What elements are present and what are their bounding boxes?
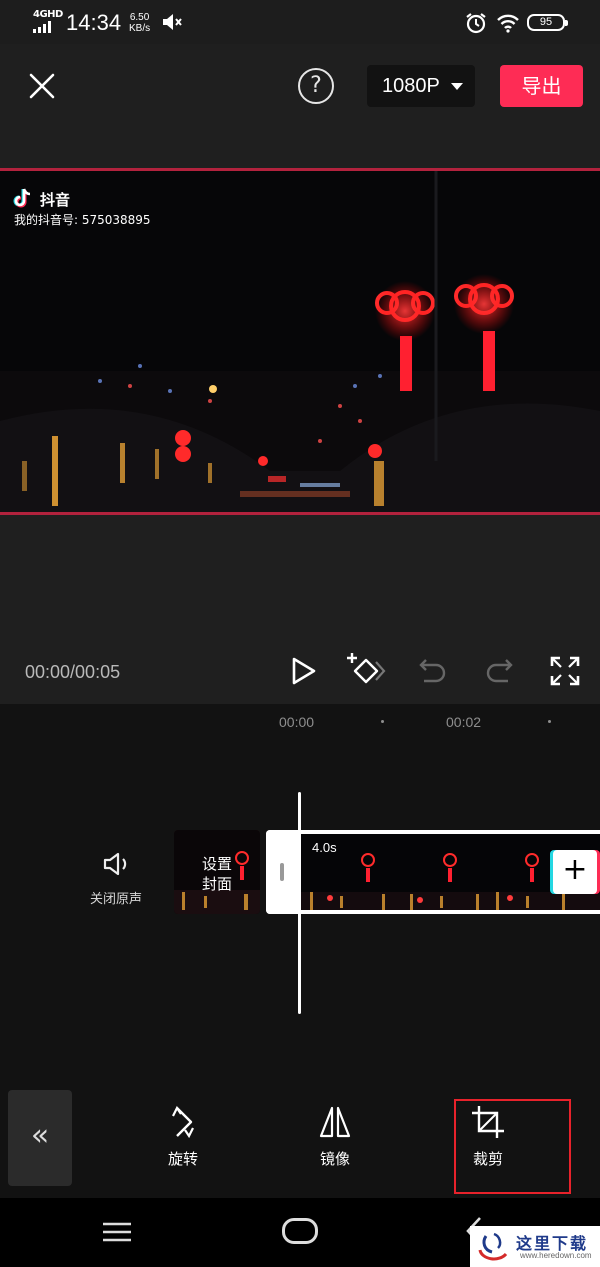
clip-duration: 4.0s xyxy=(312,840,337,855)
ruler-dot xyxy=(381,720,384,723)
keyframe-icon[interactable] xyxy=(346,650,386,690)
signal-icon xyxy=(33,21,51,33)
cover-label-line1: 设置 xyxy=(201,855,232,873)
alarm-icon xyxy=(466,13,486,34)
wifi-icon xyxy=(497,14,519,33)
menu-icon[interactable] xyxy=(102,1221,132,1243)
ruler-dot xyxy=(548,720,551,723)
video-preview[interactable]: 抖音 我的抖音号: 575038895 xyxy=(0,168,600,515)
ruler-time-0: 00:00 xyxy=(279,714,315,730)
clip-trim-handle[interactable] xyxy=(266,830,300,914)
battery-icon: 95 xyxy=(527,14,568,31)
rotate-icon xyxy=(172,1105,194,1139)
mirror-button[interactable]: 镜像 xyxy=(295,1104,375,1169)
redo-icon[interactable] xyxy=(482,654,516,688)
editor-top-bar: ? 1080P 导出 xyxy=(0,44,600,168)
selected-tool-highlight xyxy=(454,1099,571,1194)
close-icon[interactable] xyxy=(24,68,60,104)
mute-label: 关闭原声 xyxy=(89,892,142,907)
tiktok-account-id: 我的抖音号: 575038895 xyxy=(14,213,151,227)
caret-down-icon xyxy=(451,83,463,90)
collapse-back-button[interactable]: « xyxy=(8,1090,72,1186)
cover-label: 设置 封面 xyxy=(174,854,260,894)
network-type: 4GHD xyxy=(33,9,63,20)
home-icon[interactable] xyxy=(282,1218,318,1244)
ruler-time-2: 00:02 xyxy=(446,714,482,730)
timeline-panel[interactable]: 00:00 00:02 关闭原声 设置 封面 4.0s + xyxy=(0,704,600,1080)
speaker-icon xyxy=(103,852,127,876)
resolution-selector[interactable]: 1080P xyxy=(367,65,475,107)
edit-toolbar: « 旋转 镜像 裁剪 xyxy=(0,1080,600,1198)
mute-original-sound-button[interactable]: 关闭原声 xyxy=(80,850,152,907)
tool-label-mirror: 镜像 xyxy=(319,1150,350,1168)
cover-label-line2: 封面 xyxy=(201,875,232,893)
rotate-button[interactable]: 旋转 xyxy=(143,1104,223,1169)
undo-icon[interactable] xyxy=(416,654,450,688)
network-speed: 6.50 KB/s xyxy=(129,12,150,34)
export-button[interactable]: 导出 xyxy=(500,65,583,107)
playhead[interactable] xyxy=(298,792,301,1014)
network-speed-unit: KB/s xyxy=(129,23,151,34)
resolution-label: 1080P xyxy=(382,75,440,97)
fullscreen-icon[interactable] xyxy=(548,654,582,688)
watermark-logo-icon xyxy=(478,1232,508,1261)
network-speed-value: 6.50 xyxy=(129,12,150,23)
status-bar: 4GHD 14:34 6.50 KB/s 95 xyxy=(0,0,600,44)
add-clip-button[interactable]: + xyxy=(553,850,597,894)
site-watermark: 这里下载 www.heredown.com xyxy=(470,1226,600,1267)
mirror-icon xyxy=(319,1106,351,1138)
tool-label-rotate: 旋转 xyxy=(167,1150,198,1168)
mute-icon xyxy=(163,14,182,30)
clock-time: 14:34 xyxy=(66,10,122,35)
tiktok-logo-icon xyxy=(13,188,31,208)
watermark-url: www.heredown.com xyxy=(520,1251,592,1260)
set-cover-button[interactable]: 设置 封面 xyxy=(174,830,260,914)
preview-area: 抖音 我的抖音号: 575038895 00:00/00:05 xyxy=(0,168,600,704)
tiktok-brand-name: 抖音 xyxy=(40,191,71,209)
play-icon[interactable] xyxy=(286,654,320,688)
playback-time: 00:00/00:05 xyxy=(25,662,121,682)
help-icon[interactable]: ? xyxy=(298,68,334,104)
